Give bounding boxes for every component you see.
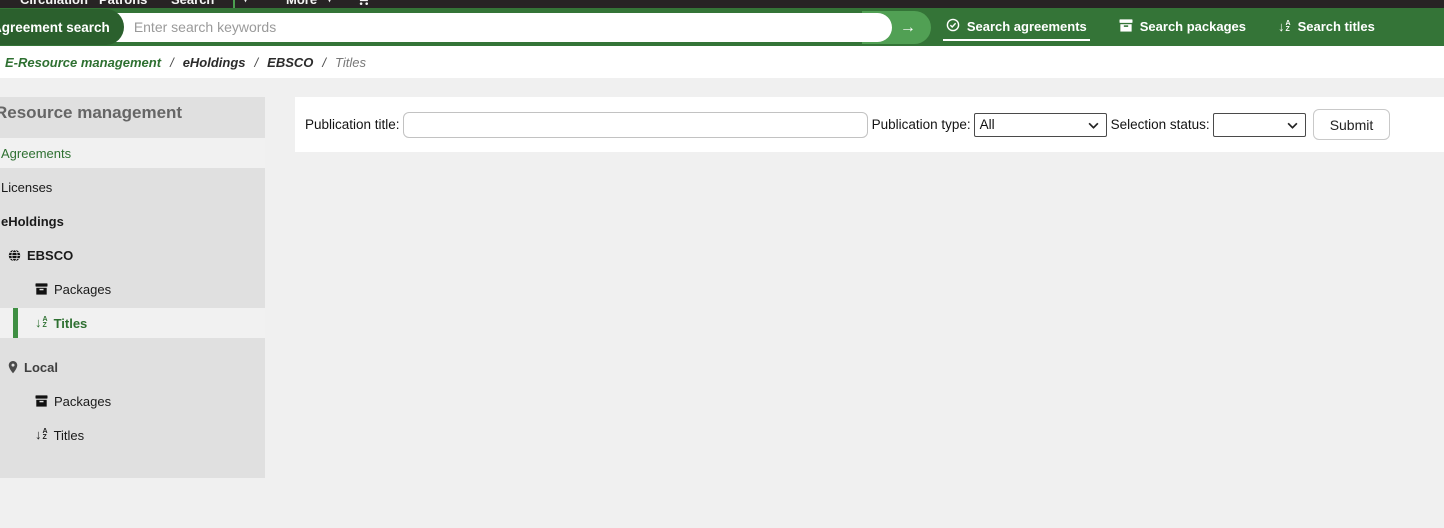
- sort-alpha-down-icon: ↓ AZ: [35, 429, 48, 441]
- sidebar-item-eholdings[interactable]: eHoldings: [0, 206, 265, 236]
- publication-title-label: Publication title:: [305, 117, 400, 132]
- search-titles-link[interactable]: ↓ AZ Search titles: [1275, 14, 1378, 40]
- titles-search-panel: Publication title: Publication type: All…: [295, 97, 1444, 152]
- breadcrumb-separator: /: [322, 55, 326, 70]
- archive-icon: [35, 395, 48, 407]
- publication-title-input[interactable]: [403, 112, 868, 138]
- sidebar-gap: [0, 342, 265, 352]
- search-agreements-link[interactable]: Search agreements: [943, 13, 1090, 41]
- archive-icon: [35, 283, 48, 295]
- chevron-down-icon: [1088, 117, 1099, 132]
- nav-item-more[interactable]: More: [286, 0, 317, 8]
- selection-status-select[interactable]: [1213, 113, 1306, 137]
- nav-item-patrons[interactable]: Patrons: [99, 0, 147, 8]
- sidebar-header: E-Resource management: [0, 97, 265, 128]
- publication-type-select[interactable]: All: [974, 113, 1107, 137]
- sidebar-item-local[interactable]: Local: [0, 352, 265, 382]
- sidebar-item-local-packages[interactable]: Packages: [0, 386, 265, 416]
- submit-button[interactable]: Submit: [1313, 109, 1391, 140]
- search-packages-label: Search packages: [1140, 19, 1246, 34]
- nav-divider: [233, 0, 235, 8]
- cart-icon[interactable]: [355, 0, 370, 8]
- more-dropdown-caret-icon[interactable]: ▾: [327, 0, 332, 8]
- selection-status-label: Selection status:: [1111, 117, 1210, 132]
- sidebar-item-local-titles[interactable]: ↓ AZ Titles: [0, 420, 265, 450]
- erm-sidebar: E-Resource management Agreements License…: [0, 97, 265, 478]
- breadcrumb-eholdings-link[interactable]: eHoldings: [183, 55, 246, 70]
- sort-alpha-down-icon: ↓ AZ: [35, 317, 48, 329]
- search-keywords-input[interactable]: [110, 13, 892, 42]
- check-circle-icon: [946, 18, 960, 35]
- breadcrumb-separator: /: [170, 55, 174, 70]
- top-nav-bar: Circulation Patrons Search ▾ More ▾: [0, 0, 1444, 8]
- breadcrumb: E-Resource management / eHoldings / EBSC…: [0, 46, 1444, 78]
- search-titles-label: Search titles: [1298, 19, 1375, 34]
- global-search-bar: Agreement search → Search agreements Sea…: [0, 8, 1444, 46]
- search-agreements-label: Search agreements: [967, 19, 1087, 34]
- sort-alpha-down-icon: ↓ AZ: [1278, 21, 1291, 33]
- map-pin-icon: [8, 360, 18, 374]
- publication-type-label: Publication type:: [872, 117, 971, 132]
- sidebar-item-licenses[interactable]: Licenses: [0, 172, 265, 202]
- archive-icon: [1119, 19, 1133, 35]
- active-item-marker: [13, 308, 18, 338]
- breadcrumb-separator: /: [255, 55, 259, 70]
- breadcrumb-erm-link[interactable]: E-Resource management: [5, 55, 161, 70]
- globe-icon: [8, 249, 21, 262]
- nav-item-circulation[interactable]: Circulation: [20, 0, 88, 8]
- sidebar-item-agreements[interactable]: Agreements: [0, 138, 265, 168]
- search-dropdown-caret-icon[interactable]: ▾: [243, 0, 248, 8]
- search-packages-link[interactable]: Search packages: [1116, 14, 1249, 41]
- sidebar-item-ebsco-titles[interactable]: ↓ AZ Titles: [0, 308, 265, 338]
- chevron-down-icon: [1287, 117, 1298, 132]
- breadcrumb-ebsco-link[interactable]: EBSCO: [267, 55, 313, 70]
- breadcrumb-current-page: Titles: [335, 55, 366, 70]
- agreement-search-tab[interactable]: Agreement search: [0, 9, 124, 45]
- nav-item-search[interactable]: Search: [171, 0, 214, 8]
- sidebar-item-ebsco[interactable]: EBSCO: [0, 240, 265, 270]
- sidebar-item-ebsco-packages[interactable]: Packages: [0, 274, 265, 304]
- search-scope-links: Search agreements Search packages ↓ AZ S…: [943, 13, 1378, 41]
